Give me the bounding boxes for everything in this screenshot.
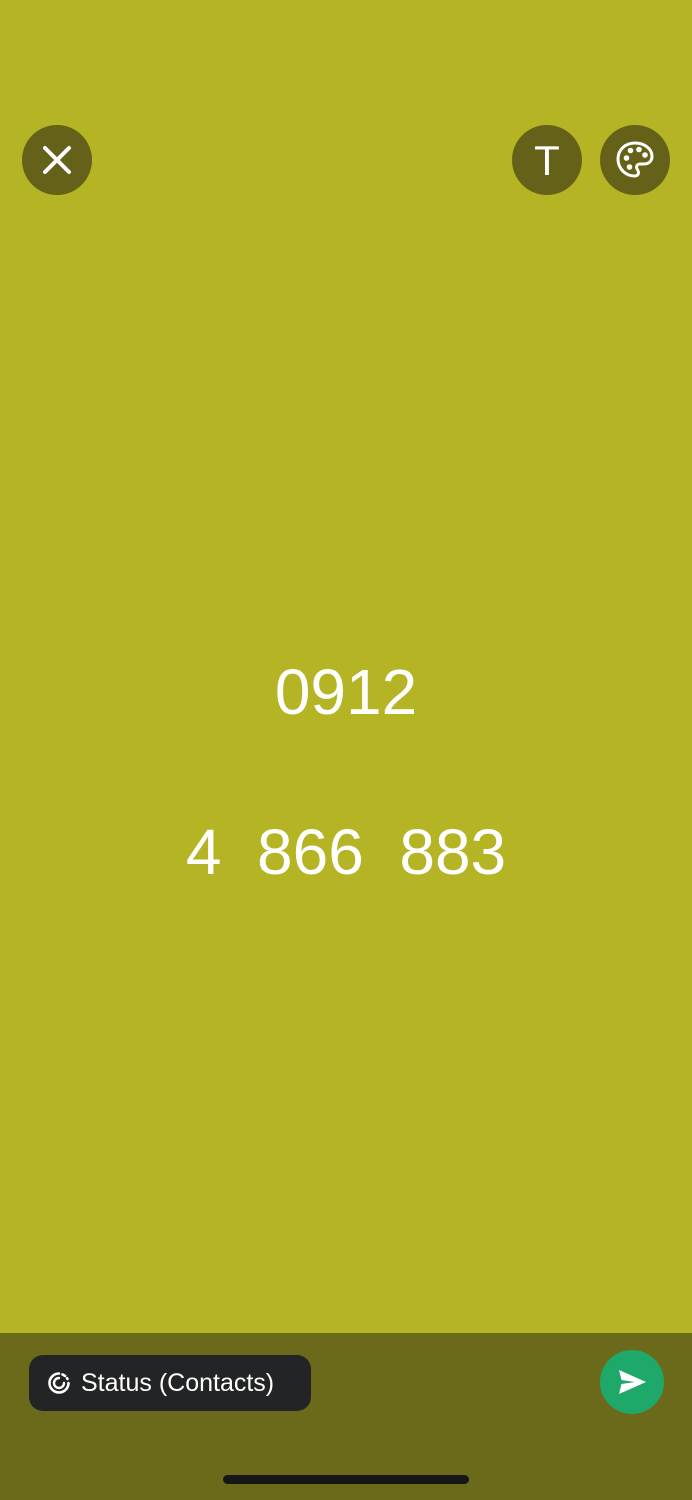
- status-text-line: 4 866 883: [185, 816, 507, 888]
- bottom-bar: Status (Contacts): [0, 1333, 692, 1500]
- status-ring-icon: [48, 1372, 70, 1394]
- close-icon: [43, 146, 71, 174]
- color-palette-button[interactable]: [600, 125, 670, 195]
- status-audience-label: Status (Contacts): [81, 1368, 275, 1397]
- send-icon: [619, 1370, 646, 1394]
- home-indicator: [223, 1475, 469, 1484]
- close-button[interactable]: [22, 125, 92, 195]
- palette-icon: [616, 141, 654, 178]
- status-audience-button[interactable]: Status (Contacts): [29, 1355, 311, 1411]
- status-text-content[interactable]: 0912 4 866 883: [0, 640, 692, 960]
- text-status-editor: T 0912 4 866 883 Status (Contacts): [0, 0, 692, 1500]
- text-style-button[interactable]: T: [512, 125, 582, 195]
- status-text-line: 0912: [274, 656, 418, 728]
- send-button[interactable]: [600, 1350, 664, 1414]
- text-style-label: T: [534, 137, 560, 184]
